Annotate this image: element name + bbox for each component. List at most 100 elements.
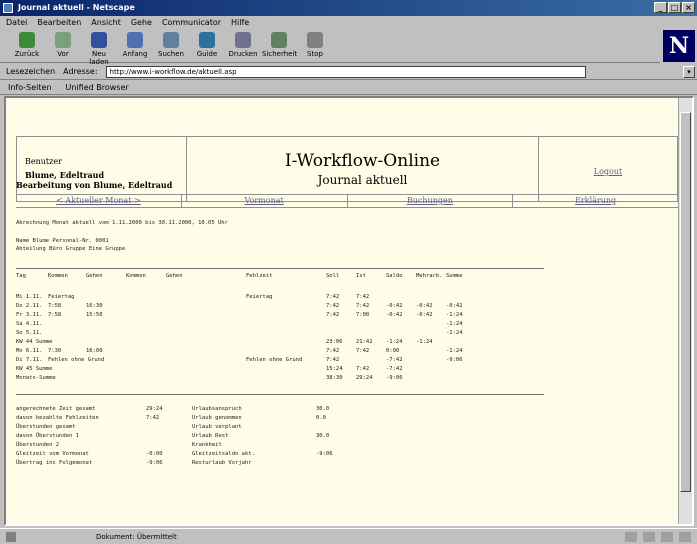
info-line-department: Abteilung Büro Gruppe Eine Gruppe xyxy=(16,246,126,252)
table-cell: 21:42 xyxy=(356,339,373,345)
table-header: Summe xyxy=(446,273,463,279)
toolbar-button-2[interactable]: Neu laden xyxy=(82,29,116,66)
scrollbar-thumb[interactable] xyxy=(680,112,691,492)
table-bottom-rule xyxy=(16,394,544,395)
search-icon xyxy=(163,32,179,48)
table-cell: 7:30 xyxy=(48,348,62,354)
table-cell: 7:42 xyxy=(326,357,340,363)
minimize-button[interactable]: _ xyxy=(654,2,667,13)
summary-value: 7:42 xyxy=(146,415,160,421)
security-lock-icon xyxy=(6,531,16,542)
table-cell: Fehlen ohne Grund xyxy=(48,357,105,363)
title-bar: Journal aktuell - Netscape _ □ × xyxy=(0,0,697,16)
nav-bookings[interactable]: Buchungen xyxy=(348,195,514,207)
toolbar-button-1[interactable]: Vor xyxy=(46,29,80,63)
table-cell: -0:42 xyxy=(416,312,433,318)
table-cell: -0:42 xyxy=(386,303,403,309)
bookmarks-button[interactable]: Lesezeichen xyxy=(6,67,55,76)
component-icon-4[interactable] xyxy=(679,532,691,542)
toolbar-button-5[interactable]: Guide xyxy=(190,29,224,63)
table-cell: Fehlen ohne Grund xyxy=(246,357,303,363)
table-cell: 7:42 xyxy=(356,303,370,309)
user-label: Benutzer xyxy=(25,157,62,166)
browser-window: Journal aktuell - Netscape _ □ × Datei B… xyxy=(0,0,697,544)
table-cell: -1:24 xyxy=(446,330,463,336)
table-header: Kommen xyxy=(48,273,68,279)
window-title: Journal aktuell - Netscape xyxy=(18,3,135,12)
table-cell: -0:42 xyxy=(446,303,463,309)
nav-current-month[interactable]: < Aktueller Monat > xyxy=(16,195,182,207)
table-cell: 7:42 xyxy=(356,294,370,300)
menu-gehe[interactable]: Gehe xyxy=(131,16,152,29)
table-cell: KW 44 Summe xyxy=(16,339,53,345)
address-input[interactable]: http://www.i-workflow.de/aktuell.asp xyxy=(105,65,586,78)
summary-label: angerechnete Zeit gesamt xyxy=(16,406,96,412)
back-arrow-icon xyxy=(19,32,35,48)
summary-label: Gleitzeit vom Vormonat xyxy=(16,451,89,457)
table-cell: Do 2.11. xyxy=(16,303,43,309)
table-header: Tag xyxy=(16,273,26,279)
maximize-button[interactable]: □ xyxy=(668,2,681,13)
toolbar-button-4[interactable]: Suchen xyxy=(154,29,188,63)
page-title: I-Workflow-Online xyxy=(284,151,441,171)
summary-value: -0:00 xyxy=(146,451,163,457)
table-cell: Feiertag xyxy=(48,294,75,300)
menu-ansicht[interactable]: Ansicht xyxy=(91,16,121,29)
toolbar-button-0[interactable]: Zurück xyxy=(10,29,44,63)
table-cell: 29:24 xyxy=(356,375,373,381)
menu-bar: Datei Bearbeiten Ansicht Gehe Communicat… xyxy=(0,16,697,29)
netscape-logo-icon: N xyxy=(663,30,695,62)
table-cell: 7:42 xyxy=(356,366,370,372)
table-cell: 16:30 xyxy=(86,303,103,309)
table-header: Saldo xyxy=(386,273,403,279)
menu-bearbeiten[interactable]: Bearbeiten xyxy=(37,16,81,29)
print-icon xyxy=(235,32,251,48)
toolbar-label: Guide xyxy=(196,50,218,58)
status-bar: Dokument: Übermittelt xyxy=(0,528,697,544)
toolbar-button-7[interactable]: Sicherheit xyxy=(262,29,297,63)
table-cell: 7:00 xyxy=(356,312,370,318)
table-cell: -7:42 xyxy=(386,366,403,372)
user-box: Benutzer Blume, Edeltraud xyxy=(17,137,187,201)
logout-link[interactable]: Logout xyxy=(539,137,677,201)
toolbar-label: Vor xyxy=(57,50,69,58)
menu-datei[interactable]: Datei xyxy=(6,16,27,29)
close-button[interactable]: × xyxy=(682,2,695,13)
table-cell: Sa 4.11. xyxy=(16,321,43,327)
table-cell: 7:42 xyxy=(326,312,340,318)
menu-communicator[interactable]: Communicator xyxy=(162,16,221,29)
page-content: Benutzer Blume, Edeltraud I-Workflow-Onl… xyxy=(4,96,694,526)
summary-label: Resturlaub Vorjahr xyxy=(192,460,252,466)
personal-link-unified[interactable]: Unified Browser xyxy=(66,83,129,92)
summary-label: Krankheit xyxy=(192,442,222,448)
vertical-scrollbar[interactable] xyxy=(678,98,692,524)
address-dropdown-icon[interactable]: ▾ xyxy=(683,66,695,78)
table-header: Kommen xyxy=(126,273,146,279)
toolbar-label: Stop xyxy=(307,50,323,58)
info-line-name: Name Blume Personal-Nr. 0001 xyxy=(16,238,109,244)
personal-link-info[interactable]: Info-Seiten xyxy=(8,83,52,92)
location-bar: Lesezeichen Adresse: http://www.i-workfl… xyxy=(0,64,697,80)
component-icon-1[interactable] xyxy=(625,532,637,542)
table-cell: 7:58 xyxy=(48,312,62,318)
table-cell: 7:42 xyxy=(326,348,340,354)
table-header: Gehen xyxy=(166,273,183,279)
nav-explanation[interactable]: Erklärung xyxy=(513,195,678,207)
table-cell: -1:24 xyxy=(386,339,403,345)
table-cell: -0:42 xyxy=(416,303,433,309)
page-subtitle: Journal aktuell xyxy=(317,173,408,187)
table-cell: Mi 1.11. xyxy=(16,294,43,300)
summary-value: 30.0 xyxy=(316,406,330,412)
summary-value: -9:06 xyxy=(146,460,163,466)
toolbar-button-3[interactable]: Anfang xyxy=(118,29,152,63)
summary-label: Urlaubsanspruch xyxy=(192,406,242,412)
menu-hilfe[interactable]: Hilfe xyxy=(231,16,249,29)
component-icon-2[interactable] xyxy=(643,532,655,542)
component-icon-3[interactable] xyxy=(661,532,673,542)
summary-label: Übertrag ins Folgemonat xyxy=(16,460,93,466)
toolbar-button-8[interactable]: Stop xyxy=(298,29,332,63)
table-header: Fehlzeit xyxy=(246,273,273,279)
nav-previous-month[interactable]: Vormonat xyxy=(182,195,348,207)
summary-label: Urlaub Rest xyxy=(192,433,229,439)
toolbar-button-6[interactable]: Drucken xyxy=(226,29,260,63)
